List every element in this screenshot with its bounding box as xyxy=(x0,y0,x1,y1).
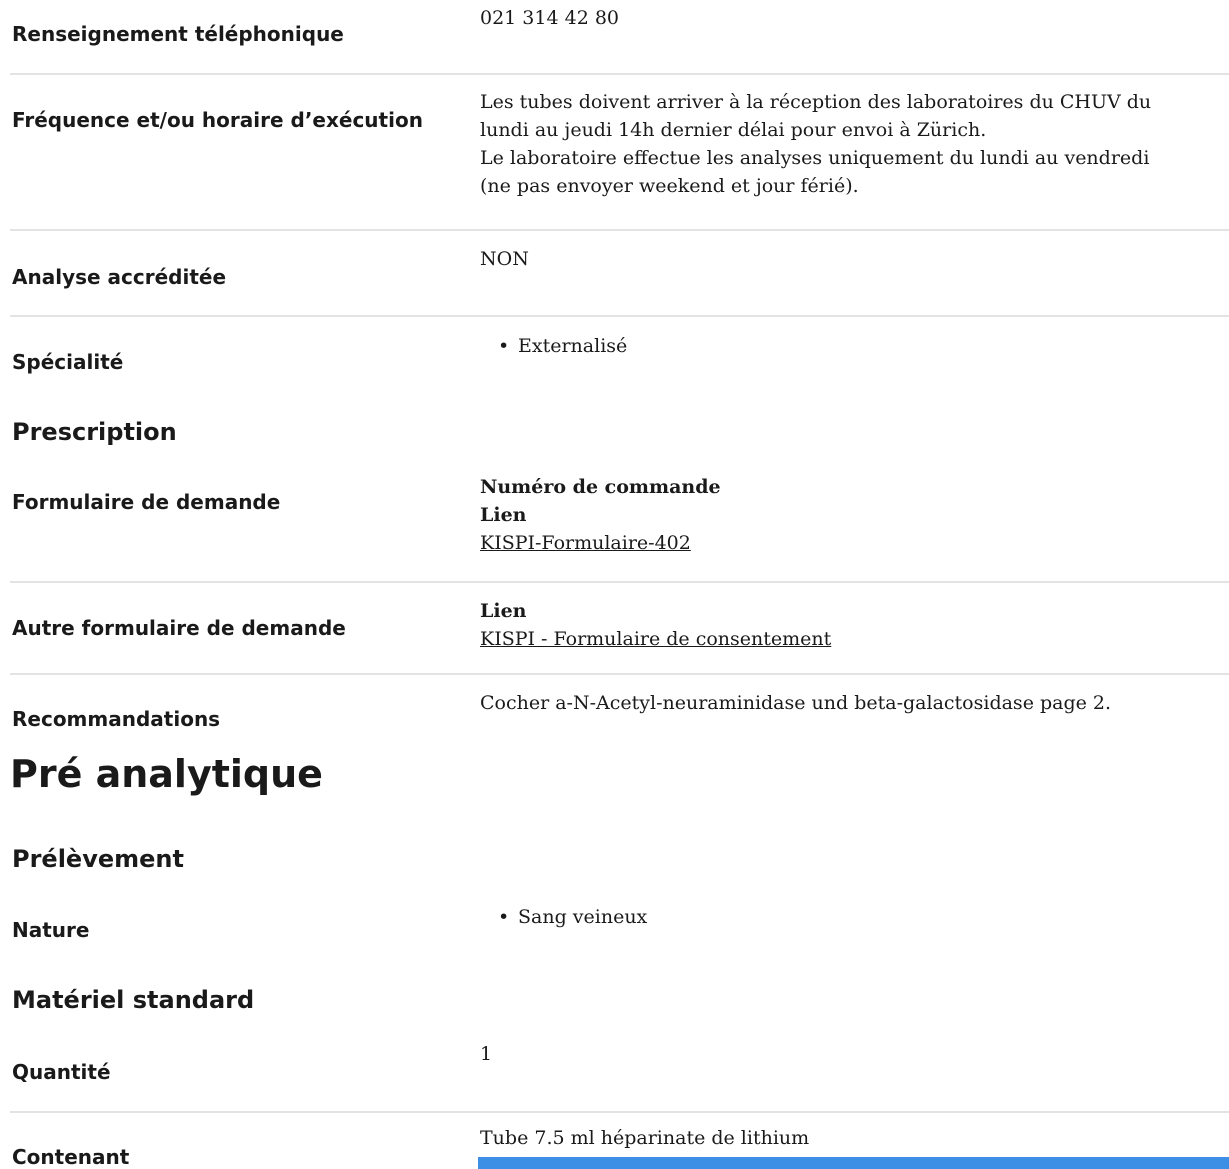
nature-item: Sang veineux xyxy=(518,906,648,928)
container-value: Tube 7.5 ml héparinate de lithium xyxy=(480,1127,810,1149)
link-label: Lien xyxy=(480,600,527,622)
request-form-label: Formulaire de demande xyxy=(12,490,281,514)
list-item: • Sang veineux xyxy=(480,903,1220,931)
frequency-line: (ne pas envoyer weekend et jour férié). xyxy=(480,175,859,197)
container-image-bar xyxy=(478,1157,1229,1169)
list-item: • Externalisé xyxy=(480,332,1220,360)
frequency-value: Les tubes doivent arriver à la réception… xyxy=(480,88,1220,200)
consent-form-link[interactable]: KISPI - Formulaire de consentement xyxy=(480,625,831,653)
divider xyxy=(10,581,1229,583)
other-form-label: Autre formulaire de demande xyxy=(12,616,346,640)
container-label: Contenant xyxy=(12,1145,130,1169)
divider xyxy=(10,673,1229,675)
other-form-value: Lien KISPI - Formulaire de consentement xyxy=(480,597,1220,653)
bullet-icon: • xyxy=(498,906,510,928)
order-number-label: Numéro de commande xyxy=(480,476,721,498)
recommendations-value: Cocher a-N-Acetyl-neuraminidase und beta… xyxy=(480,692,1112,714)
specialty-label: Spécialité xyxy=(12,350,124,374)
request-form-link[interactable]: KISPI-Formulaire-402 xyxy=(480,529,691,557)
pre-analytic-heading: Pré analytique xyxy=(10,752,323,796)
divider xyxy=(10,73,1229,75)
quantity-label: Quantité xyxy=(12,1060,111,1084)
material-heading: Matériel standard xyxy=(12,986,255,1014)
frequency-line: lundi au jeudi 14h dernier délai pour en… xyxy=(480,119,987,141)
nature-list: • Sang veineux xyxy=(480,903,1220,931)
bullet-icon: • xyxy=(498,335,510,357)
quantity-value: 1 xyxy=(480,1043,493,1065)
specialty-item: Externalisé xyxy=(518,335,628,357)
accredited-value: NON xyxy=(480,248,529,270)
nature-label: Nature xyxy=(12,918,90,942)
frequency-line: Les tubes doivent arriver à la réception… xyxy=(480,91,1152,113)
sampling-heading: Prélèvement xyxy=(12,845,184,873)
frequency-label: Fréquence et/ou horaire d’exécution xyxy=(12,108,423,132)
prescription-heading: Prescription xyxy=(12,418,177,446)
request-form-value: Numéro de commande Lien KISPI-Formulaire… xyxy=(480,473,1220,557)
phone-value: 021 314 42 80 xyxy=(480,7,620,29)
accredited-label: Analyse accréditée xyxy=(12,265,227,289)
specialty-list: • Externalisé xyxy=(480,332,1220,360)
recommendations-label: Recommandations xyxy=(12,707,221,731)
frequency-line: Le laboratoire effectue les analyses uni… xyxy=(480,147,1150,169)
divider xyxy=(10,229,1229,231)
divider xyxy=(10,1111,1229,1113)
phone-label: Renseignement téléphonique xyxy=(12,22,344,46)
divider xyxy=(10,315,1229,317)
link-label: Lien xyxy=(480,504,527,526)
